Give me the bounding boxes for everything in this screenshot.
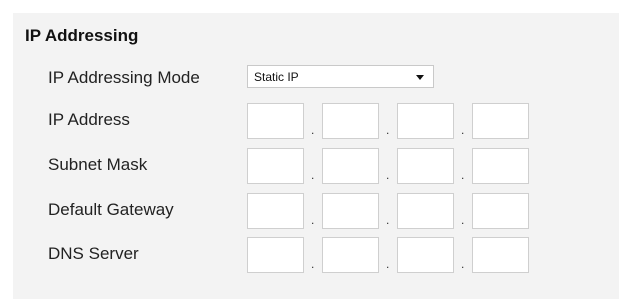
octet-separator: . bbox=[311, 213, 315, 227]
octet-separator: . bbox=[386, 213, 390, 227]
dns-server-label: DNS Server bbox=[48, 244, 139, 263]
default-gateway-octet-2[interactable] bbox=[322, 193, 379, 229]
ip-address-label: IP Address bbox=[48, 110, 130, 129]
default-gateway-row: Default Gateway . . . bbox=[13, 193, 619, 229]
octet-separator: . bbox=[386, 168, 390, 182]
octet-separator: . bbox=[461, 257, 465, 271]
octet-separator: . bbox=[311, 123, 315, 137]
octet-separator: . bbox=[311, 257, 315, 271]
default-gateway-octet-1[interactable] bbox=[247, 193, 304, 229]
ip-addressing-panel: IP Addressing IP Addressing Mode Static … bbox=[13, 13, 619, 299]
ip-addressing-mode-select[interactable]: Static IP bbox=[247, 65, 434, 88]
subnet-mask-octet-2[interactable] bbox=[322, 148, 379, 184]
default-gateway-octet-4[interactable] bbox=[472, 193, 529, 229]
octet-separator: . bbox=[311, 168, 315, 182]
dns-server-octet-3[interactable] bbox=[397, 237, 454, 273]
default-gateway-label: Default Gateway bbox=[48, 200, 174, 219]
ip-addressing-mode-row: IP Addressing Mode Static IP bbox=[13, 61, 619, 97]
subnet-mask-octet-4[interactable] bbox=[472, 148, 529, 184]
ip-addressing-mode-value: Static IP bbox=[254, 70, 299, 84]
subnet-mask-row: Subnet Mask . . . bbox=[13, 148, 619, 184]
dns-server-octet-1[interactable] bbox=[247, 237, 304, 273]
section-title: IP Addressing bbox=[25, 26, 139, 45]
octet-separator: . bbox=[461, 123, 465, 137]
ip-addressing-mode-label: IP Addressing Mode bbox=[48, 68, 200, 87]
ip-address-octet-4[interactable] bbox=[472, 103, 529, 139]
subnet-mask-octet-1[interactable] bbox=[247, 148, 304, 184]
ip-address-octet-1[interactable] bbox=[247, 103, 304, 139]
chevron-down-icon bbox=[416, 75, 424, 80]
dns-server-octet-4[interactable] bbox=[472, 237, 529, 273]
subnet-mask-octet-3[interactable] bbox=[397, 148, 454, 184]
subnet-mask-label: Subnet Mask bbox=[48, 155, 148, 174]
ip-address-row: IP Address . . . bbox=[13, 103, 619, 139]
ip-address-octet-2[interactable] bbox=[322, 103, 379, 139]
octet-separator: . bbox=[461, 168, 465, 182]
octet-separator: . bbox=[386, 257, 390, 271]
dns-server-octet-2[interactable] bbox=[322, 237, 379, 273]
ip-address-octet-3[interactable] bbox=[397, 103, 454, 139]
default-gateway-octet-3[interactable] bbox=[397, 193, 454, 229]
octet-separator: . bbox=[461, 213, 465, 227]
dns-server-row: DNS Server . . . bbox=[13, 237, 619, 273]
octet-separator: . bbox=[386, 123, 390, 137]
